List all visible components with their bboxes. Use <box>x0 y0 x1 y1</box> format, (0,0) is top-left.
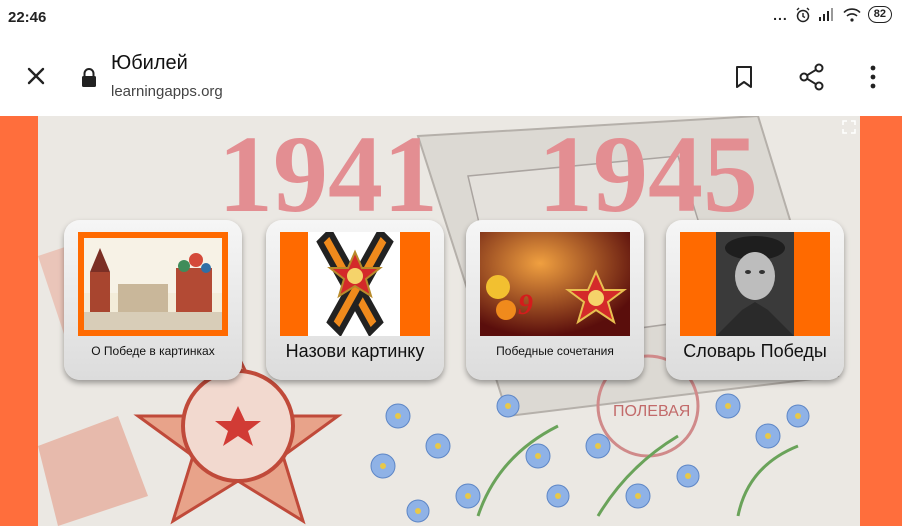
battery-icon: 82 <box>867 6 892 23</box>
tile-label: Словарь Победы <box>683 341 827 361</box>
may9-card-image: 9 <box>480 232 630 336</box>
more-vert-icon[interactable] <box>864 62 882 92</box>
tile-nazovi-kartinku[interactable]: Назови картинку <box>266 220 444 380</box>
tile-label: Победные сочетания <box>496 344 614 358</box>
kremlin-image <box>78 232 228 336</box>
tile-thumbnail <box>78 232 228 336</box>
tile-o-pobede-v-kartinkah[interactable]: О Победе в картинках <box>64 220 242 380</box>
tile-thumbnail: 9 <box>480 232 630 336</box>
tile-label: О Победе в картинках <box>91 344 215 358</box>
year-right: 1945 <box>538 116 758 235</box>
ribbon-image <box>280 232 430 336</box>
notification-dots: ... <box>773 6 788 23</box>
tile-label: Назови картинку <box>285 341 425 361</box>
wifi-icon <box>843 7 861 22</box>
status-icons: ... 82 <box>773 6 892 23</box>
fullscreen-icon[interactable] <box>842 120 856 134</box>
svg-text:9: 9 <box>518 288 533 321</box>
status-time: 22:46 <box>8 9 47 26</box>
stamp-text: ПОЛЕВАЯ <box>613 403 690 420</box>
page-title: Юбилей <box>111 52 188 74</box>
tile-thumbnail <box>280 232 430 336</box>
soldier-portrait-image <box>680 232 830 336</box>
tile-thumbnail <box>680 232 830 336</box>
year-left: 1941 <box>218 116 438 235</box>
browser-toolbar: Юбилей learningapps.org <box>0 36 902 116</box>
tile-pobednye-sochetaniya[interactable]: 9 Победные сочетания <box>466 220 644 380</box>
app-content: 1941 1945 ПОЛЕВАЯ О Победе в картинках Н… <box>0 116 902 526</box>
share-icon[interactable] <box>797 62 827 92</box>
close-icon[interactable] <box>22 62 50 90</box>
bookmark-icon[interactable] <box>733 64 755 90</box>
lock-icon <box>82 68 96 87</box>
status-bar: 22:46 ... 82 <box>0 0 902 36</box>
signal-icon <box>818 7 833 21</box>
tile-slovar-pobedy[interactable]: Словарь Победы <box>666 220 844 380</box>
page-url: learningapps.org <box>111 83 223 100</box>
alarm-icon <box>796 7 810 22</box>
